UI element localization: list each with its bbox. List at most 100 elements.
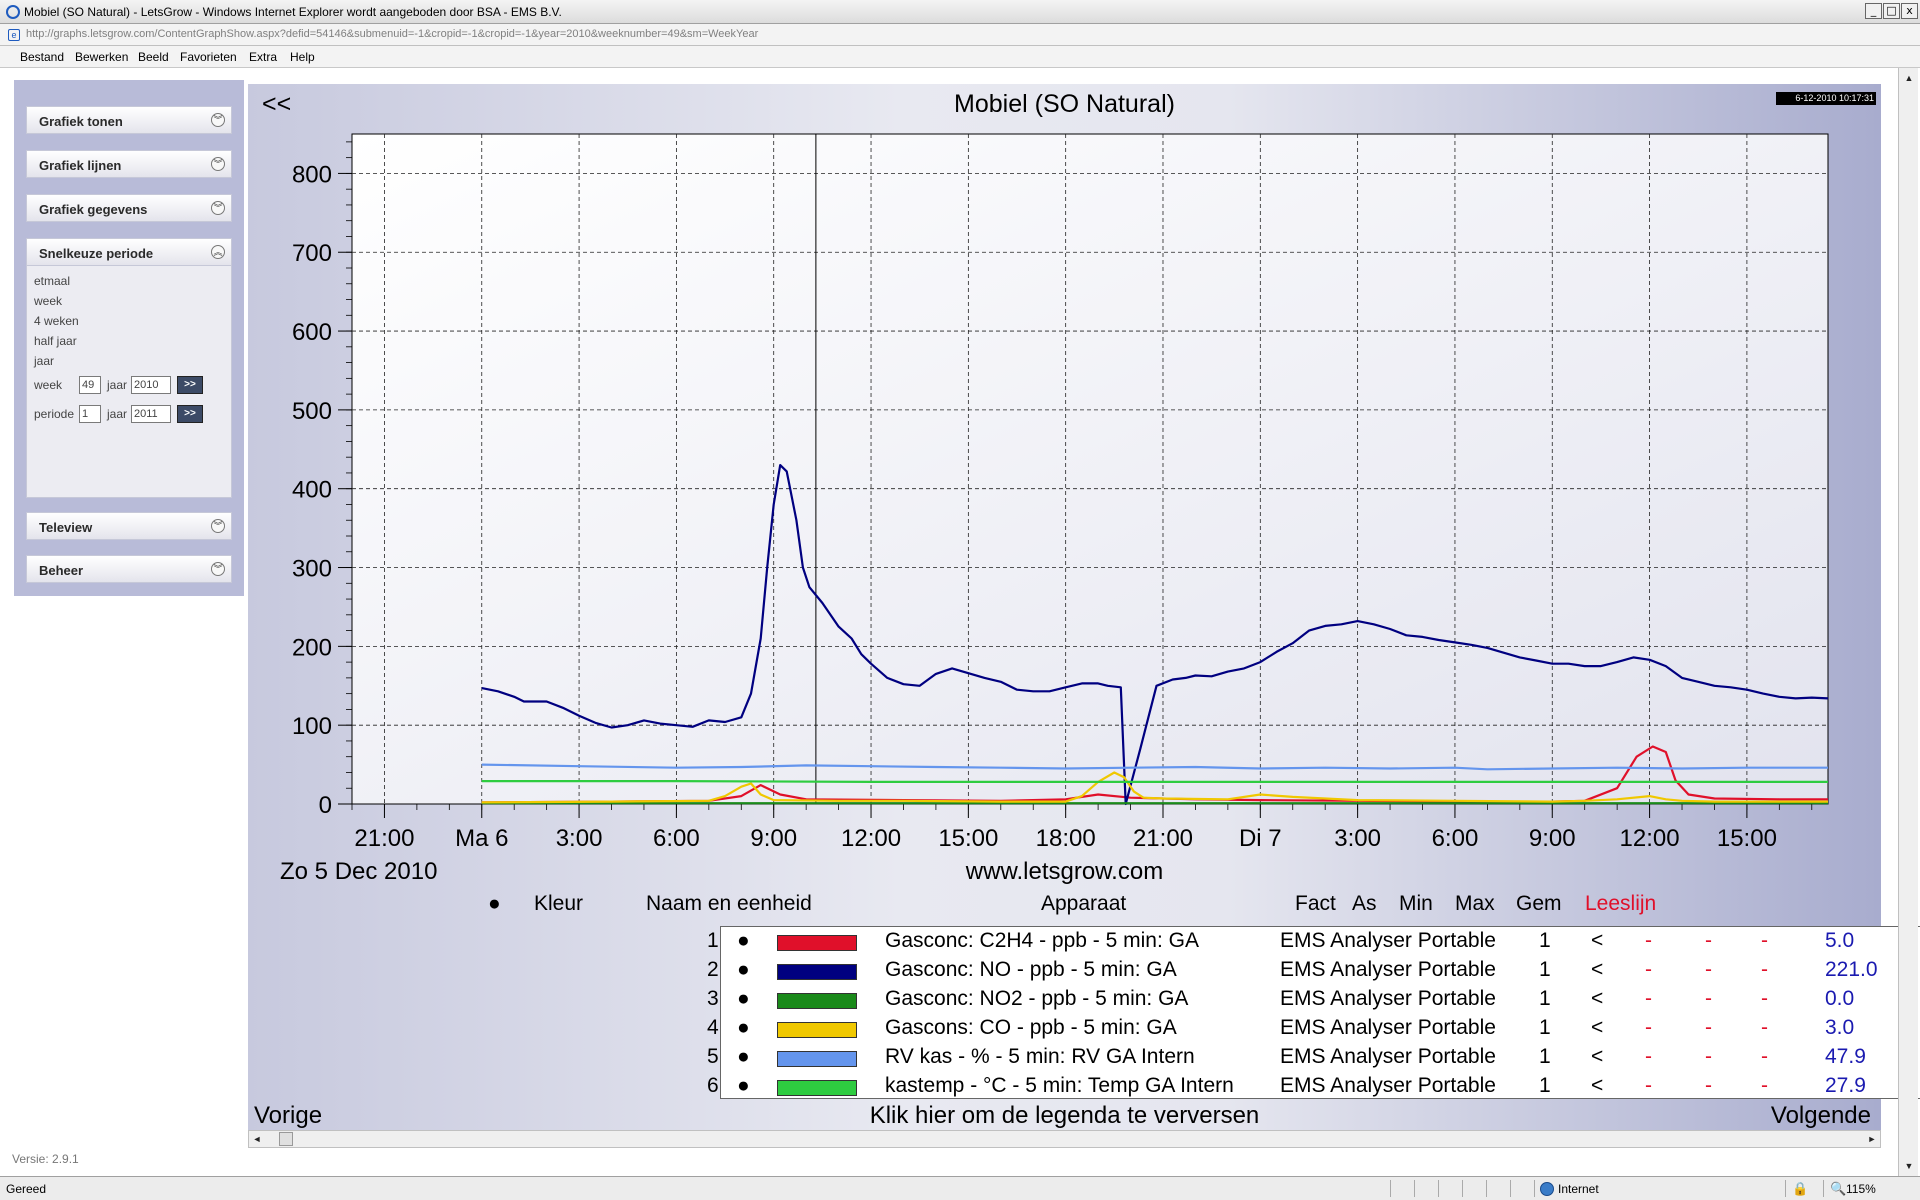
legend-row-number: 6 xyxy=(707,1074,719,1097)
legend-row[interactable]: 1 ● Gasconc: C2H4 - ppb - 5 min: GA EMS Ana… xyxy=(707,929,1920,958)
series-min: - xyxy=(1645,1016,1652,1039)
series-color-swatch[interactable] xyxy=(777,993,857,1009)
x-tick-label: 21:00 xyxy=(354,825,414,852)
status-divider xyxy=(1785,1180,1786,1197)
x-tick-label: 3:00 xyxy=(556,825,603,852)
periode-label: periode xyxy=(34,407,75,421)
status-bar: Gereed Internet 🔒 🔍 115% xyxy=(0,1176,1920,1200)
legend-row-number: 3 xyxy=(707,987,719,1010)
refresh-legend-link[interactable]: Klik hier om de legenda te verversen xyxy=(248,1102,1881,1130)
x-tick-label: 21:00 xyxy=(1133,825,1193,852)
horizontal-scrollbar[interactable]: ◄ ► xyxy=(248,1130,1881,1148)
series-color-swatch[interactable] xyxy=(777,1080,857,1096)
panel-grafiek-gegevens[interactable]: Grafiek gegevens ︾ xyxy=(26,194,232,222)
status-divider xyxy=(1510,1180,1511,1197)
maximize-button[interactable]: □ xyxy=(1883,3,1900,19)
chart-title: Mobiel (SO Natural) xyxy=(954,90,1175,118)
chevron-down-icon[interactable]: ︾ xyxy=(211,519,225,533)
menu-bestand[interactable]: Bestand xyxy=(20,50,64,64)
chevron-down-icon[interactable]: ︾ xyxy=(211,562,225,576)
menu-extra[interactable]: Extra xyxy=(249,50,277,64)
chevron-up-icon[interactable]: ︽ xyxy=(211,245,225,259)
jaar-label: jaar xyxy=(107,378,128,392)
next-link[interactable]: Volgende xyxy=(1771,1102,1871,1130)
zoom-icon[interactable]: 🔍 xyxy=(1830,1181,1846,1197)
series-color-swatch[interactable] xyxy=(777,1051,857,1067)
series-name: RV kas - % - 5 min: RV GA Intern xyxy=(885,1045,1195,1068)
scroll-thumb[interactable] xyxy=(279,1132,293,1146)
address-bar[interactable]: e http://graphs.letsgrow.com/ContentGrap… xyxy=(0,24,1920,46)
period-link-week[interactable]: week xyxy=(34,294,62,308)
series-max: - xyxy=(1705,929,1712,952)
series-readline-value: 0.0 xyxy=(1825,987,1855,1010)
panel-grafiek-tonen[interactable]: Grafiek tonen ︾ xyxy=(26,106,232,134)
period-link-etmaal[interactable]: etmaal xyxy=(34,274,70,288)
x-tick-label: 12:00 xyxy=(1620,825,1680,852)
vertical-scrollbar[interactable]: ▲ ▼ xyxy=(1898,68,1918,1176)
panel-label: Grafiek gegevens xyxy=(39,202,148,217)
scroll-right-icon[interactable]: ► xyxy=(1864,1131,1880,1147)
series-avg: - xyxy=(1761,958,1768,981)
scroll-up-icon[interactable]: ▲ xyxy=(1901,70,1917,86)
series-color-swatch[interactable] xyxy=(777,964,857,980)
legend-header-apparaat: Apparaat xyxy=(1041,892,1127,915)
panel-teleview[interactable]: Teleview ︾ xyxy=(26,512,232,540)
website-link[interactable]: www.letsgrow.com xyxy=(248,858,1881,886)
period-link-jaar[interactable]: jaar xyxy=(34,354,54,368)
jaar-input[interactable]: 2010 xyxy=(131,376,171,394)
period-link-4-weken[interactable]: 4 weken xyxy=(34,314,79,328)
series-readline-value: 5.0 xyxy=(1825,929,1855,952)
legend-row[interactable]: 2 ● Gasconc: NO - ppb - 5 min: GA EMS Analy… xyxy=(707,958,1920,987)
scroll-down-icon[interactable]: ▼ xyxy=(1901,1158,1917,1174)
series-factor: 1 xyxy=(1539,1045,1551,1068)
menu-favorieten[interactable]: Favorieten xyxy=(180,50,237,64)
legend-row[interactable]: 5 ● RV kas - % - 5 min: RV GA Intern EMS An… xyxy=(707,1045,1920,1074)
visibility-bullet-icon: ● xyxy=(737,958,750,981)
legend-row[interactable]: 6 ● kastemp - °C - 5 min: Temp GA Intern EM… xyxy=(707,1074,1920,1103)
chevron-down-icon[interactable]: ︾ xyxy=(211,157,225,171)
y-tick-label: 800 xyxy=(292,161,332,188)
legend-header-min: Min xyxy=(1399,892,1433,915)
x-tick-label: 3:00 xyxy=(1334,825,1381,852)
panel-snelkeuze-periode[interactable]: Snelkeuze periode ︽ xyxy=(26,238,232,266)
panel-grafiek-lijnen[interactable]: Grafiek lijnen ︾ xyxy=(26,150,232,178)
status-divider xyxy=(1534,1180,1535,1197)
week-input[interactable]: 49 xyxy=(79,376,101,394)
series-max: - xyxy=(1705,1074,1712,1097)
series-max: - xyxy=(1705,1045,1712,1068)
close-button[interactable]: x xyxy=(1901,3,1918,19)
chevron-down-icon[interactable]: ︾ xyxy=(211,201,225,215)
periode-go-button[interactable]: >> xyxy=(177,405,203,423)
series-color-swatch[interactable] xyxy=(777,935,857,951)
jaar2-input[interactable]: 2011 xyxy=(131,405,171,423)
series-avg: - xyxy=(1761,1045,1768,1068)
week-go-button[interactable]: >> xyxy=(177,376,203,394)
legend-row[interactable]: 3 ● Gasconc: NO2 - ppb - 5 min: GA EMS Anal… xyxy=(707,987,1920,1016)
panel-beheer[interactable]: Beheer ︾ xyxy=(26,555,232,583)
period-link-half-jaar[interactable]: half jaar xyxy=(34,334,77,348)
y-tick-label: 100 xyxy=(292,713,332,740)
chevron-down-icon[interactable]: ︾ xyxy=(211,113,225,127)
series-color-swatch[interactable] xyxy=(777,1022,857,1038)
x-tick-label: 15:00 xyxy=(938,825,998,852)
legend-row[interactable]: 4 ● Gascons: CO - ppb - 5 min: GA EMS Analy… xyxy=(707,1016,1920,1045)
y-tick-label: 300 xyxy=(292,556,332,583)
series-axis: < xyxy=(1591,987,1604,1010)
series-factor: 1 xyxy=(1539,987,1551,1010)
scroll-left-icon[interactable]: ◄ xyxy=(249,1131,265,1147)
periode-input[interactable]: 1 xyxy=(79,405,101,423)
menu-beeld[interactable]: Beeld xyxy=(138,50,169,64)
series-readline-value: 47.9 xyxy=(1825,1045,1866,1068)
series-device: EMS Analyser Portable xyxy=(1280,1074,1496,1097)
series-max: - xyxy=(1705,1016,1712,1039)
line-chart[interactable]: 0 100 200 300 400 500 600 700 800 21:00 Ma 6 3:00 6:… xyxy=(248,84,1881,874)
minimize-button[interactable]: _ xyxy=(1865,3,1882,19)
legend-header-as: As xyxy=(1352,892,1377,915)
window-titlebar: Mobiel (SO Natural) - LetsGrow - Windows… xyxy=(0,0,1920,24)
menu-bewerken[interactable]: Bewerken xyxy=(75,50,128,64)
ie-logo-icon xyxy=(6,5,20,19)
address-url[interactable]: http://graphs.letsgrow.com/ContentGraphS… xyxy=(26,28,758,40)
lock-icon[interactable]: 🔒 xyxy=(1792,1181,1808,1197)
zoom-level[interactable]: 115% xyxy=(1846,1182,1876,1196)
menu-help[interactable]: Help xyxy=(290,50,315,64)
